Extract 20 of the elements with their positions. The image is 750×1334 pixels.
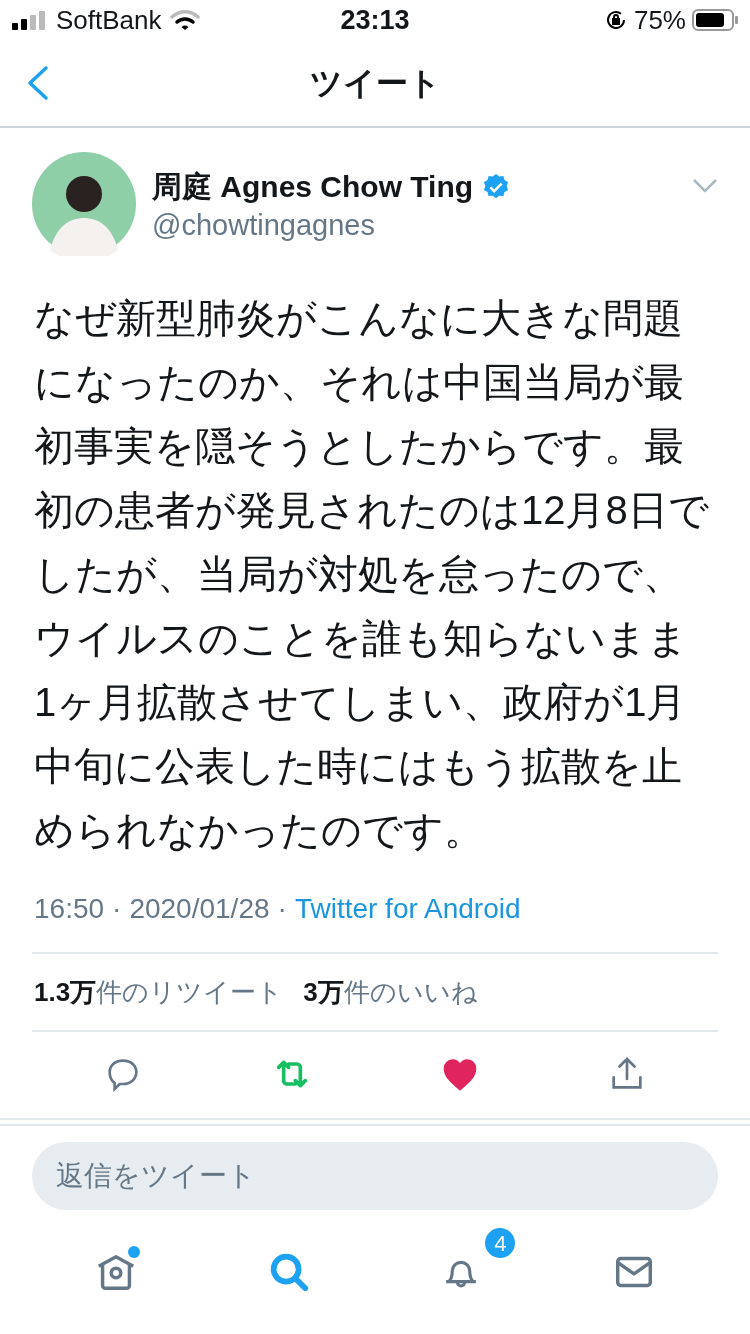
separator-dot: · bbox=[277, 892, 287, 926]
stat-count[interactable]: 1.3万件のリツイート bbox=[34, 972, 284, 1012]
stat-count[interactable]: 3万件のいいね bbox=[303, 972, 478, 1012]
clock-time: 23:13 bbox=[340, 3, 410, 37]
tweet-date: 2020/01/28 bbox=[129, 892, 270, 926]
author-name[interactable]: 周庭 Agnes Chow Ting bbox=[152, 168, 474, 206]
back-icon[interactable] bbox=[26, 65, 50, 101]
separator-dot: · bbox=[112, 892, 122, 926]
wifi-icon bbox=[169, 9, 200, 31]
reply-field[interactable]: 返信をツイート bbox=[32, 1142, 718, 1210]
signal-icon bbox=[12, 10, 48, 30]
battery-icon bbox=[692, 8, 738, 32]
author-handle[interactable]: @chowtingagnes bbox=[152, 206, 676, 244]
carrier-name: SoftBank bbox=[56, 3, 162, 37]
avatar[interactable] bbox=[32, 152, 136, 256]
page-title: ツイート bbox=[309, 64, 441, 103]
tweet-text: なぜ新型肺炎がこんなに大きな問題になったのか、それは中国当局が最初事実を隠そうとしたからです。最初の患者が発見されたのは12月8日でしたが、当局が対処を怠ったので、ウイルスのことを誰も知らないまま1ヶ月拡散させてしまい、政府が1月中旬に公表した時にはもう拡散を止められなかったのです。 bbox=[34, 295, 710, 854]
notification-badge: 4 bbox=[483, 1226, 518, 1260]
battery-percent: 75% bbox=[633, 3, 686, 37]
tweet-time: 16:50 bbox=[34, 892, 105, 926]
